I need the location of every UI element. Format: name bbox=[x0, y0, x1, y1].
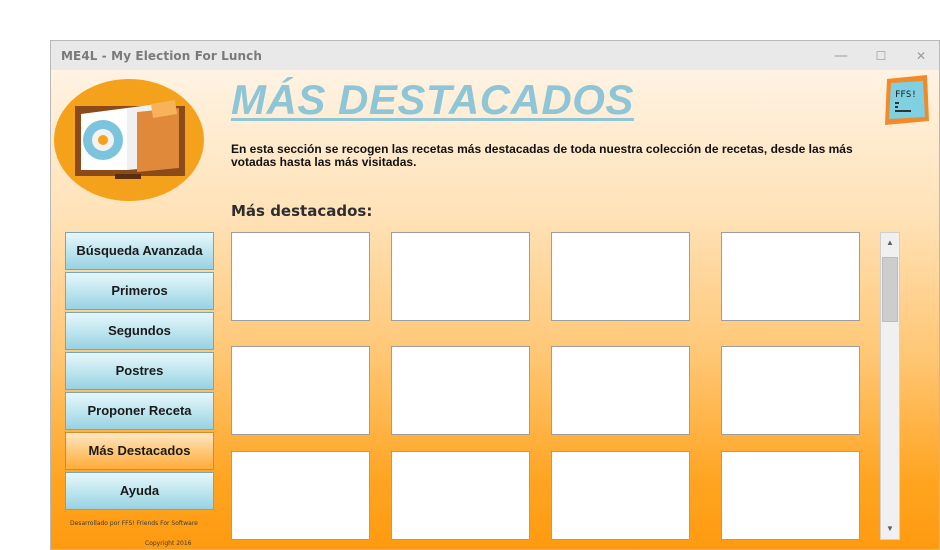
page-title: MÁS DESTACADOS bbox=[231, 76, 634, 123]
page-description: En esta sección se recogen las recetas m… bbox=[231, 142, 853, 169]
recipe-card[interactable] bbox=[551, 232, 690, 321]
recipe-card[interactable] bbox=[551, 346, 690, 435]
recipe-card[interactable] bbox=[551, 451, 690, 540]
recipe-card[interactable] bbox=[721, 451, 860, 540]
title-bar[interactable]: ME4L - My Election For Lunch — ☐ ✕ bbox=[51, 41, 939, 70]
recipe-card[interactable] bbox=[391, 232, 530, 321]
recipe-card[interactable] bbox=[231, 451, 370, 540]
recipe-card[interactable] bbox=[231, 232, 370, 321]
sidebar-item-mas-destacados[interactable]: Más Destacados bbox=[65, 432, 214, 470]
featured-recipes-grid bbox=[231, 232, 871, 549]
app-window: ME4L - My Election For Lunch — ☐ ✕ MÁS D… bbox=[50, 40, 940, 550]
scroll-up-arrow-icon[interactable]: ▲ bbox=[881, 233, 899, 253]
window-title: ME4L - My Election For Lunch bbox=[61, 49, 263, 63]
vertical-scrollbar[interactable]: ▲ ▼ bbox=[880, 232, 900, 540]
minimize-button[interactable]: — bbox=[821, 46, 861, 66]
developer-credit: Desarrollado por FFS! Friends For Softwa… bbox=[70, 520, 198, 527]
recipe-card[interactable] bbox=[231, 346, 370, 435]
ffs-logo-text: FFS! bbox=[895, 90, 917, 100]
sidebar-item-busqueda-avanzada[interactable]: Búsqueda Avanzada bbox=[65, 232, 214, 270]
app-logo-book-icon bbox=[54, 79, 204, 201]
maximize-button[interactable]: ☐ bbox=[861, 46, 901, 66]
sidebar-item-postres[interactable]: Postres bbox=[65, 352, 214, 390]
ffs-logo: FFS! bbox=[883, 75, 931, 127]
sidebar-item-segundos[interactable]: Segundos bbox=[65, 312, 214, 350]
scrollbar-thumb[interactable] bbox=[882, 257, 898, 322]
ffs-logo-icon: FFS! bbox=[885, 75, 929, 125]
recipe-card[interactable] bbox=[391, 346, 530, 435]
sidebar-item-primeros[interactable]: Primeros bbox=[65, 272, 214, 310]
sidebar-item-proponer-receta[interactable]: Proponer Receta bbox=[65, 392, 214, 430]
scroll-down-arrow-icon[interactable]: ▼ bbox=[881, 519, 899, 539]
close-button[interactable]: ✕ bbox=[901, 46, 939, 66]
sidebar-item-ayuda[interactable]: Ayuda bbox=[65, 472, 214, 510]
main-content: MÁS DESTACADOS En esta sección se recoge… bbox=[51, 70, 939, 549]
recipe-card[interactable] bbox=[721, 232, 860, 321]
recipe-card[interactable] bbox=[721, 346, 860, 435]
recipe-card[interactable] bbox=[391, 451, 530, 540]
section-heading: Más destacados: bbox=[231, 202, 373, 220]
